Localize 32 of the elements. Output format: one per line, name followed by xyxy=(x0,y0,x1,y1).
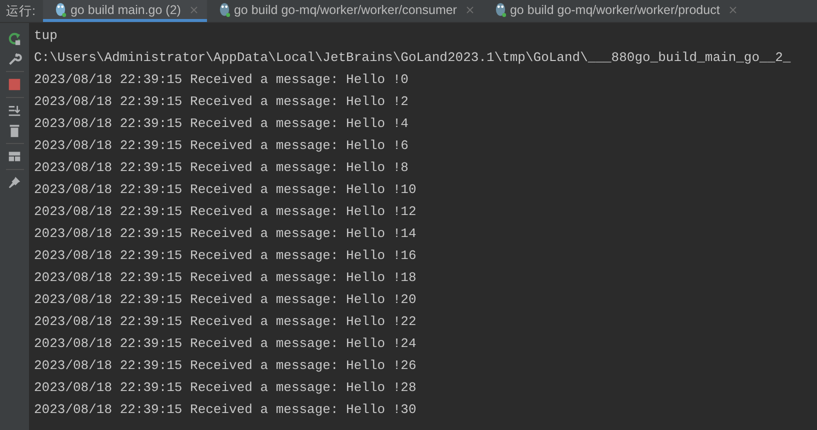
scroll-to-end-icon[interactable] xyxy=(7,103,22,118)
console-line: 2023/08/18 22:39:15 Received a message: Hello !4 xyxy=(34,115,410,133)
console-line: 2023/08/18 22:39:15 Received a message: Hello !18 xyxy=(34,269,418,287)
console-line: 2023/08/18 22:39:15 Received a message: Hello !10 xyxy=(34,181,418,199)
gopher-icon xyxy=(218,2,230,17)
console-line: C:\Users\Administrator\AppData\Local\JetBrains\GoLand2023.1\tmp\GoLand\___880go_build_main_go__2_ xyxy=(34,49,792,67)
console-line: 2023/08/18 22:39:15 Received a message: Hello !28 xyxy=(34,379,418,397)
gopher-icon xyxy=(494,2,506,17)
console-line: 2023/08/18 22:39:15 Received a message: Hello !22 xyxy=(34,313,418,331)
run-label: 运行: xyxy=(5,3,36,20)
console-line: 2023/08/18 22:39:15 Received a message: Hello !24 xyxy=(34,335,418,353)
console-line: 2023/08/18 22:39:15 Received a message: Hello !2 xyxy=(34,93,410,111)
stop-icon[interactable] xyxy=(7,77,22,92)
trash-icon[interactable] xyxy=(7,123,22,138)
pin-icon[interactable] xyxy=(7,175,22,190)
console-line: 2023/08/18 22:39:15 Received a message: Hello !6 xyxy=(34,137,410,155)
wrench-icon[interactable] xyxy=(7,51,22,66)
run-tab[interactable]: go build go-mq/worker/worker/product xyxy=(482,0,746,22)
console-line: 2023/08/18 22:39:15 Received a message: Hello !14 xyxy=(34,225,418,243)
console-line: 2023/08/18 22:39:15 Received a message: Hello !8 xyxy=(34,159,410,177)
rerun-icon[interactable] xyxy=(7,31,22,46)
layout-icon[interactable] xyxy=(7,149,22,164)
gopher-icon xyxy=(55,2,66,17)
run-tab[interactable]: go build go-mq/worker/worker/consumer xyxy=(206,0,483,22)
console-line: 2023/08/18 22:39:15 Received a message: Hello !20 xyxy=(34,291,418,309)
console-line: 2023/08/18 22:39:15 Received a message: Hello !12 xyxy=(34,203,418,221)
console-line: tup xyxy=(34,27,58,45)
console-line: 2023/08/18 22:39:15 Received a message: Hello !16 xyxy=(34,247,418,265)
console-line: 2023/08/18 22:39:15 Received a message: Hello !30 xyxy=(34,401,418,419)
run-tab[interactable]: go build main.go (2) xyxy=(43,0,207,22)
console-line: 2023/08/18 22:39:15 Received a message: Hello !26 xyxy=(34,357,418,375)
console-line: 2023/08/18 22:39:15 Received a message: Hello !0 xyxy=(34,71,410,89)
